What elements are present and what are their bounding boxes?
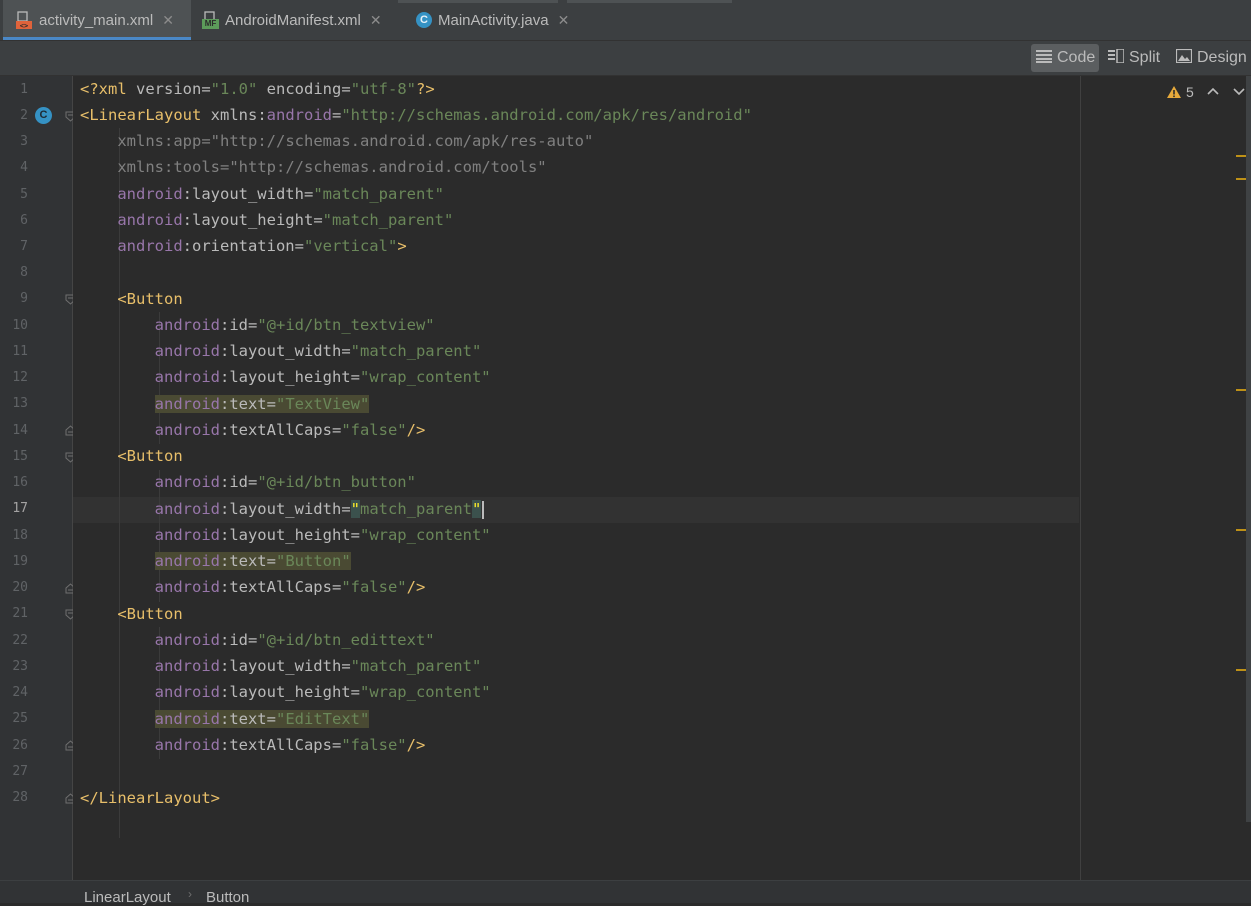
code-line: android:id="@+id/btn_textview" xyxy=(154,316,435,334)
svg-text:<>: <> xyxy=(20,22,28,29)
xml-layout-icon: <> xyxy=(15,11,33,30)
line-number: 9 xyxy=(20,291,28,306)
line-number: 25 xyxy=(12,711,28,726)
code-editor[interactable]: <?xml version="1.0" encoding="utf-8"?> <… xyxy=(73,76,1079,880)
line-number: 18 xyxy=(12,528,28,543)
code-line: android:textAllCaps="false"/> xyxy=(154,578,426,596)
inspection-widget[interactable]: 5 xyxy=(1166,84,1194,100)
code-line: android:layout_height="wrap_content" xyxy=(154,526,491,544)
code-view-label: Code xyxy=(1057,49,1096,66)
tab-label: AndroidManifest.xml xyxy=(225,11,361,29)
code-line: android:layout_width="match_parent" xyxy=(154,342,482,360)
line-number: 3 xyxy=(20,134,28,149)
split-icon xyxy=(1108,47,1125,68)
chevron-up-icon[interactable] xyxy=(1206,84,1220,98)
breadcrumb: LinearLayout › Button xyxy=(0,880,1251,906)
code-line: android:textAllCaps="false"/> xyxy=(154,736,426,754)
tab-label: activity_main.xml xyxy=(39,11,154,29)
code-line: xmlns:tools="http://schemas.android.com/… xyxy=(117,158,547,176)
code-line: <LinearLayout xmlns:android="http://sche… xyxy=(80,106,752,124)
line-number: 7 xyxy=(20,239,28,254)
line-number: 5 xyxy=(20,187,28,202)
code-line: <Button xyxy=(117,605,183,623)
line-number-gutter[interactable]: 1 2 3 4 5 6 7 8 9 10 11 12 13 14 15 16 1… xyxy=(0,76,76,880)
code-icon xyxy=(1036,49,1052,68)
line-number: 23 xyxy=(12,659,28,674)
line-number: 14 xyxy=(12,423,28,438)
line-number: 21 xyxy=(12,606,28,621)
design-icon xyxy=(1175,48,1193,68)
breadcrumb-separator-icon: › xyxy=(188,887,192,901)
design-view-button[interactable]: Design xyxy=(1171,44,1249,72)
code-line: android:text="EditText" xyxy=(154,710,370,728)
code-line: android:layout_width="match_parent" xyxy=(154,657,482,675)
matched-quote: " xyxy=(471,500,482,518)
close-icon[interactable]: ✕ xyxy=(162,12,174,29)
breadcrumb-item[interactable]: Button xyxy=(206,889,249,906)
warning-icon xyxy=(1167,86,1181,98)
line-number-current: 17 xyxy=(12,501,28,516)
close-icon[interactable]: ✕ xyxy=(370,12,382,29)
tab-bar-edge xyxy=(567,0,732,3)
line-number: 10 xyxy=(12,318,28,333)
line-number: 27 xyxy=(12,764,28,779)
line-number: 22 xyxy=(12,633,28,648)
line-number: 6 xyxy=(20,213,28,228)
tab-label: MainActivity.java xyxy=(438,11,549,29)
code-line: android:layout_width="match_parent" xyxy=(117,185,444,203)
code-line: android:orientation="vertical"> xyxy=(117,237,407,255)
matched-quote: " xyxy=(350,500,360,518)
line-number: 8 xyxy=(20,265,28,280)
split-view-button[interactable]: Split xyxy=(1103,44,1167,72)
code-line-current: android:layout_width="match_parent" xyxy=(80,496,485,522)
line-number: 16 xyxy=(12,475,28,490)
line-number: 1 xyxy=(20,82,28,97)
close-icon[interactable]: ✕ xyxy=(558,12,570,29)
code-line: android:layout_height="wrap_content" xyxy=(154,683,491,701)
view-mode-toolbar: Code Split Design xyxy=(0,41,1251,76)
code-line: android:layout_height="match_parent" xyxy=(117,211,454,229)
code-line: android:text="TextView" xyxy=(154,395,370,413)
code-line: xmlns:app="http://schemas.android.com/ap… xyxy=(117,132,594,150)
text-caret xyxy=(482,500,485,519)
scrollbar-thumb[interactable] xyxy=(1246,76,1251,822)
line-number: 20 xyxy=(12,580,28,595)
code-line: android:layout_height="wrap_content" xyxy=(154,368,491,386)
tab-main-activity[interactable]: C MainActivity.java ✕ xyxy=(416,0,569,40)
right-margin-guide xyxy=(1080,76,1081,880)
code-view-button[interactable]: Code xyxy=(1031,44,1099,72)
code-line: android:id="@+id/btn_edittext" xyxy=(154,631,435,649)
code-line: <?xml version="1.0" encoding="utf-8"?> xyxy=(80,80,435,98)
tab-activity-main[interactable]: <> activity_main.xml ✕ xyxy=(3,0,191,40)
line-number: 15 xyxy=(12,449,28,464)
line-number: 11 xyxy=(12,344,28,359)
split-view-label: Split xyxy=(1129,49,1161,66)
java-class-icon: C xyxy=(416,12,432,28)
class-marker-icon[interactable]: C xyxy=(35,107,52,124)
code-line: <Button xyxy=(117,447,183,465)
design-view-label: Design xyxy=(1197,49,1247,66)
line-number: 26 xyxy=(12,738,28,753)
line-number: 24 xyxy=(12,685,28,700)
tab-android-manifest[interactable]: MF AndroidManifest.xml ✕ xyxy=(201,0,382,40)
line-number: 13 xyxy=(12,396,28,411)
line-number: 12 xyxy=(12,370,28,385)
line-number: 28 xyxy=(12,790,28,805)
line-number: 4 xyxy=(20,160,28,175)
code-line: android:textAllCaps="false"/> xyxy=(154,421,426,439)
line-number: 2 xyxy=(20,108,28,123)
code-line: <Button xyxy=(117,290,183,308)
manifest-icon: MF xyxy=(201,11,219,29)
editor-tab-bar: <> activity_main.xml ✕ MF AndroidManifes… xyxy=(0,0,1251,41)
code-line: android:text="Button" xyxy=(154,552,351,570)
code-line: </LinearLayout> xyxy=(80,789,220,807)
line-number: 19 xyxy=(12,554,28,569)
code-line: android:id="@+id/btn_button" xyxy=(154,473,416,491)
breadcrumb-item[interactable]: LinearLayout xyxy=(84,889,171,906)
warning-count: 5 xyxy=(1186,84,1194,100)
active-tab-indicator xyxy=(3,37,191,40)
